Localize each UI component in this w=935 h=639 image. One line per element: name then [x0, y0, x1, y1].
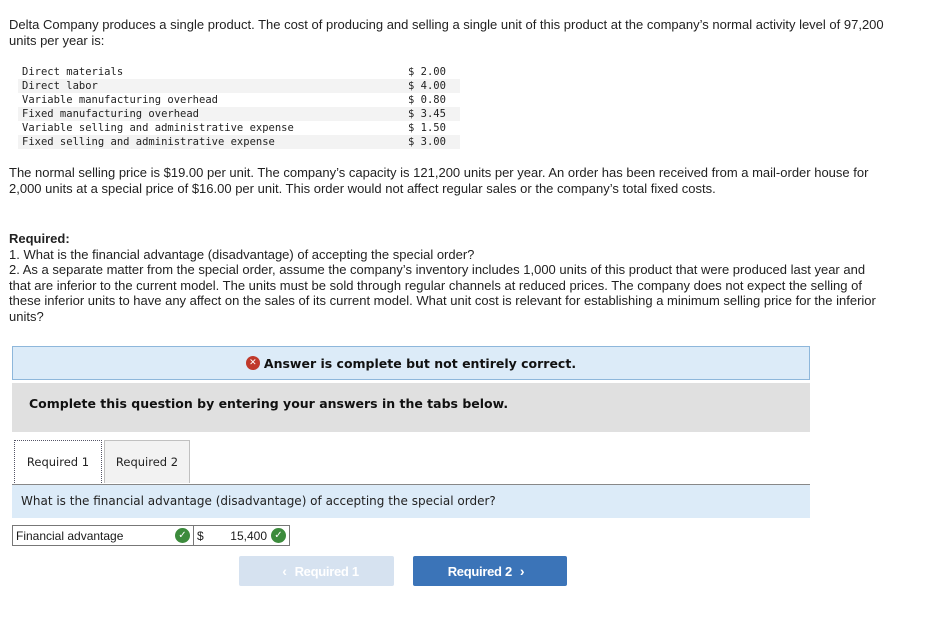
cost-amount: $ 1.50 — [408, 122, 446, 134]
cost-amount: $ 3.45 — [408, 107, 460, 121]
table-row: Variable selling and administrative expe… — [18, 121, 460, 135]
cost-label: Variable manufacturing overhead — [22, 94, 218, 106]
cost-amount: $ 2.00 — [408, 66, 446, 78]
cost-amount: $ 3.00 — [408, 135, 460, 149]
tab-required-1[interactable]: Required 1 — [14, 440, 102, 483]
required-item-2: 2. As a separate matter from the special… — [9, 262, 876, 324]
required-heading: Required: — [9, 231, 70, 246]
cost-label: Direct materials — [22, 66, 124, 78]
amount-value: 15,400 — [230, 528, 267, 543]
question-text: What is the financial advantage (disadva… — [21, 494, 496, 508]
question-bar: What is the financial advantage (disadva… — [12, 484, 810, 518]
problem-intro: Delta Company produces a single product.… — [9, 17, 884, 48]
feedback-banner: ✕ Answer is complete but not entirely co… — [12, 346, 810, 380]
cost-amount: $ 4.00 — [408, 79, 460, 93]
table-row: Fixed selling and administrative expense… — [18, 135, 460, 149]
problem-details: The normal selling price is $19.00 per u… — [9, 165, 869, 196]
table-row: Direct labor $ 4.00 — [18, 79, 460, 93]
cost-amount: $ 0.80 — [408, 94, 446, 106]
tab-bar: Required 1 Required 2 — [14, 440, 190, 484]
table-row: Variable manufacturing overhead $ 0.80 — [18, 93, 460, 107]
check-icon: ✓ — [271, 528, 286, 543]
required-item-1: 1. What is the financial advantage (disa… — [9, 246, 475, 262]
prev-required-button[interactable]: ‹ Required 1 — [239, 556, 394, 586]
table-row: Fixed manufacturing overhead $ 3.45 — [18, 107, 460, 121]
cost-label: Direct labor — [18, 79, 408, 93]
table-row: Direct materials $ 2.00 — [18, 65, 460, 79]
feedback-message: Answer is complete but not entirely corr… — [263, 355, 577, 371]
error-x-icon: ✕ — [245, 356, 260, 370]
currency-symbol: $ — [197, 528, 204, 543]
cost-label: Fixed manufacturing overhead — [18, 107, 408, 121]
next-required-button[interactable]: Required 2 › — [413, 556, 567, 586]
financial-advantage-select[interactable]: Financial advantage ✓ — [13, 526, 194, 545]
chevron-left-icon: ‹ — [282, 563, 287, 579]
tab-required-2[interactable]: Required 2 — [104, 440, 190, 483]
cost-table: Direct materials $ 2.00 Direct labor $ 4… — [18, 65, 460, 149]
amount-input[interactable]: $ 15,400 ✓ — [194, 526, 289, 545]
next-button-label: Required 2 — [447, 563, 512, 579]
instructions-box: Complete this question by entering your … — [12, 383, 810, 432]
instructions-text: Complete this question by entering your … — [29, 396, 509, 411]
required-section: Required: 1. What is the financial advan… — [9, 231, 889, 324]
cost-label: Variable selling and administrative expe… — [22, 122, 294, 134]
cost-label: Fixed selling and administrative expense — [18, 135, 408, 149]
chevron-right-icon: › — [519, 563, 525, 579]
prev-button-label: Required 1 — [294, 563, 359, 579]
answer-row: Financial advantage ✓ $ 15,400 ✓ — [12, 525, 290, 546]
check-icon: ✓ — [175, 528, 190, 543]
answer-label-text: Financial advantage — [16, 528, 124, 543]
